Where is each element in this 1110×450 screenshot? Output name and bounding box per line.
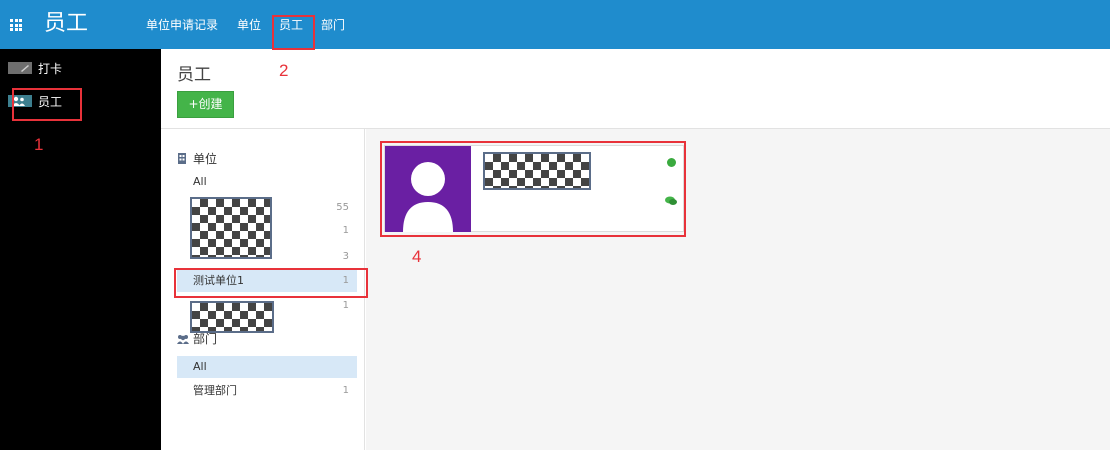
highlight-box-1 xyxy=(12,88,82,121)
row-count: 1 xyxy=(342,385,349,396)
punch-card-icon xyxy=(8,62,32,74)
row-count: 3 xyxy=(342,251,349,262)
annotation-1: 1 xyxy=(34,135,44,154)
app-grid-icon[interactable] xyxy=(10,19,22,31)
sidebar-item-punch[interactable]: 打卡 xyxy=(8,56,62,80)
nav-department[interactable]: 部门 xyxy=(321,18,345,32)
nav-unit-applications[interactable]: 单位申请记录 xyxy=(146,18,218,32)
nav-unit[interactable]: 单位 xyxy=(237,18,261,32)
row-count: 55 xyxy=(336,202,349,213)
highlight-box-4 xyxy=(380,141,686,237)
redacted-placeholder xyxy=(190,197,272,259)
unit-filter-heading: 单位 xyxy=(177,150,217,167)
row-label: All xyxy=(193,175,207,188)
dept-filter-row[interactable]: 管理部门 1 xyxy=(177,380,357,402)
row-label: All xyxy=(193,360,207,373)
building-icon xyxy=(178,153,186,164)
create-button[interactable]: +创建 xyxy=(177,91,234,118)
highlight-box-2 xyxy=(272,15,315,50)
app-title: 员工 xyxy=(44,11,89,36)
top-bar: 员工 单位申请记录 单位 员工 部门 xyxy=(0,0,1110,49)
highlight-box-3 xyxy=(174,268,368,298)
sidebar-item-label: 打卡 xyxy=(38,61,63,76)
unit-heading-label: 单位 xyxy=(193,152,218,166)
row-label: 管理部门 xyxy=(193,384,237,397)
group-icon xyxy=(177,334,189,344)
row-count: 1 xyxy=(342,300,349,311)
annotation-2: 2 xyxy=(279,61,289,80)
unit-filter-row[interactable]: All xyxy=(177,171,357,193)
dept-filter-row-selected[interactable]: All xyxy=(177,356,357,378)
page-title: 员工 xyxy=(177,65,211,85)
row-count: 1 xyxy=(342,225,349,236)
redacted-placeholder xyxy=(190,301,274,333)
annotation-4: 4 xyxy=(412,247,422,266)
